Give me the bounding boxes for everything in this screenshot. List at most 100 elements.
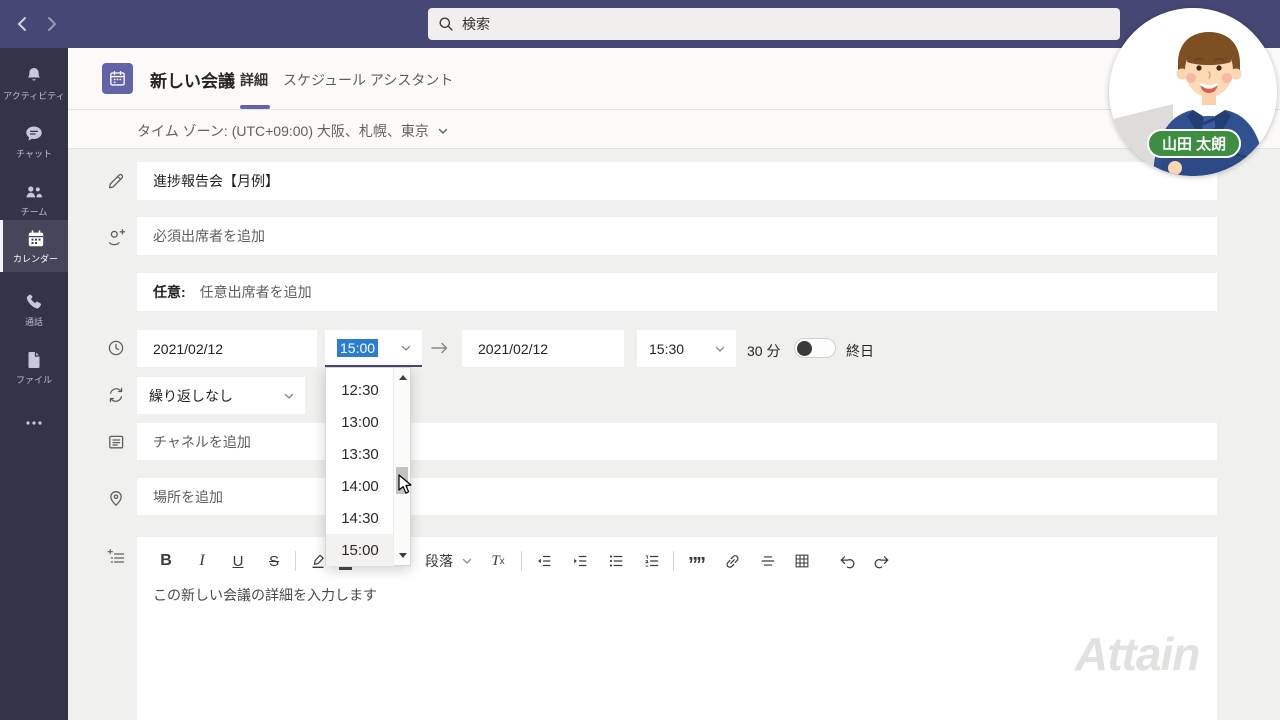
redo-icon <box>873 552 892 571</box>
time-option[interactable]: 13:00 <box>326 406 394 438</box>
sidebar-item-label: 通話 <box>25 315 43 328</box>
clear-format-button[interactable]: Tx <box>485 548 511 574</box>
toolbar-divider <box>673 551 674 571</box>
toggle-knob <box>797 341 812 356</box>
clear-format-t: T <box>491 553 499 570</box>
duration-label: 30 分 <box>747 341 780 361</box>
outdent-button[interactable] <box>531 548 557 574</box>
timezone-label: タイム ゾーン: (UTC+09:00) 大阪、札幌、東京 <box>137 121 429 141</box>
dropdown-scrollbar[interactable] <box>393 368 410 565</box>
description-editor[interactable]: B I U S 段落 Tx <box>137 537 1217 720</box>
chevron-down-icon <box>461 555 473 567</box>
presenter-name-badge: 山田 太朗 <box>1147 129 1241 158</box>
sidebar-item-calendar[interactable]: カレンダー <box>0 220 68 272</box>
paragraph-style-value: 段落 <box>425 551 453 571</box>
sidebar-item-teams[interactable]: チーム <box>0 174 68 224</box>
chevron-down-icon <box>400 342 412 354</box>
indent-icon <box>571 552 589 570</box>
repeat-value: 繰り返しなし <box>149 386 233 406</box>
sidebar-item-label: ファイル <box>16 373 52 386</box>
italic-button[interactable]: I <box>189 548 215 574</box>
time-option-selected[interactable]: 15:00 <box>326 534 394 566</box>
toolbar-divider <box>295 551 296 571</box>
redo-button[interactable] <box>869 548 895 574</box>
sidebar-item-chat[interactable]: チャット <box>0 116 68 166</box>
teams-app-window: アクティビティ チャット チーム <box>0 0 1280 720</box>
strikethrough-button[interactable]: S <box>261 548 287 574</box>
tab-scheduling-assistant[interactable]: スケジュール アシスタント <box>283 70 453 90</box>
phone-icon <box>23 291 45 313</box>
teams-icon <box>23 181 45 203</box>
horizontal-rule-icon <box>759 552 777 570</box>
horizontal-rule-button[interactable] <box>755 548 781 574</box>
mouse-cursor <box>398 474 415 496</box>
start-time-value: 15:00 <box>337 339 378 357</box>
back-icon[interactable] <box>12 13 34 35</box>
scroll-down-arrow[interactable] <box>394 548 411 563</box>
start-time-combobox[interactable]: 15:00 <box>325 330 422 367</box>
new-meeting-icon <box>102 63 133 94</box>
undo-icon <box>837 552 856 571</box>
clear-format-x: x <box>500 556 505 567</box>
sidebar-item-label: チャット <box>16 147 52 160</box>
undo-button[interactable] <box>833 548 859 574</box>
time-option[interactable]: 13:30 <box>326 438 394 470</box>
end-time-value: 15:30 <box>649 341 684 357</box>
chevron-down-icon <box>283 390 295 402</box>
table-icon <box>793 552 811 570</box>
optional-attendees-input[interactable]: 任意: 任意出席者を追加 <box>137 273 1217 311</box>
agenda-icon <box>106 547 126 567</box>
location-placeholder: 場所を追加 <box>153 487 223 507</box>
numbered-list-icon <box>643 552 661 570</box>
more-icon <box>23 412 45 434</box>
channel-input[interactable]: チャネルを追加 <box>137 423 1217 460</box>
bold-button[interactable]: B <box>153 548 179 574</box>
meeting-title-input[interactable]: 進捗報告会【月例】 <box>137 162 1217 200</box>
link-button[interactable] <box>719 548 745 574</box>
chevron-down-icon <box>714 343 726 355</box>
sidebar-item-activity[interactable]: アクティビティ <box>0 58 68 108</box>
quote-button[interactable]: ”” <box>683 548 709 574</box>
meeting-title-value: 進捗報告会【月例】 <box>153 171 279 191</box>
time-options-list: 12:30 13:00 13:30 14:00 14:30 15:00 <box>326 374 394 566</box>
indent-button[interactable] <box>567 548 593 574</box>
app-rail: アクティビティ チャット チーム <box>0 48 68 720</box>
presenter-name: 山田 太朗 <box>1162 133 1226 154</box>
edit-pencil-icon <box>106 171 126 191</box>
timezone-selector[interactable]: タイム ゾーン: (UTC+09:00) 大阪、札幌、東京 <box>137 121 449 141</box>
optional-attendees-placeholder: 任意出席者を追加 <box>200 282 312 302</box>
bullet-list-button[interactable] <box>603 548 629 574</box>
clock-icon <box>106 338 126 358</box>
time-option[interactable]: 12:30 <box>326 374 394 406</box>
file-icon <box>23 349 45 371</box>
watermark: Attain <box>1075 627 1199 681</box>
sidebar-item-files[interactable]: ファイル <box>0 342 68 392</box>
paragraph-style-dropdown[interactable]: 段落 <box>425 548 473 574</box>
all-day-toggle[interactable] <box>794 338 836 358</box>
time-options-dropdown: 12:30 13:00 13:30 14:00 14:30 15:00 <box>325 367 411 566</box>
location-input[interactable]: 場所を追加 <box>137 478 1217 515</box>
insert-table-button[interactable] <box>789 548 815 574</box>
sidebar-item-calls[interactable]: 通話 <box>0 284 68 334</box>
end-time-combobox[interactable]: 15:30 <box>637 330 736 367</box>
channel-placeholder: チャネルを追加 <box>153 432 251 452</box>
end-date-input[interactable]: 2021/02/12 <box>462 330 624 367</box>
underline-button[interactable]: U <box>225 548 251 574</box>
add-attendee-icon <box>106 227 126 247</box>
bullet-list-icon <box>607 552 625 570</box>
forward-icon[interactable] <box>40 13 62 35</box>
required-attendees-input[interactable]: 必須出席者を追加 <box>137 217 1217 255</box>
chat-icon <box>23 123 45 145</box>
start-date-input[interactable]: 2021/02/12 <box>137 330 317 367</box>
tab-details[interactable]: 詳細 <box>240 70 268 90</box>
search-input[interactable] <box>428 8 1120 40</box>
sidebar-item-label: カレンダー <box>13 252 58 265</box>
repeat-dropdown[interactable]: 繰り返しなし <box>137 377 305 414</box>
time-option[interactable]: 14:00 <box>326 470 394 502</box>
sidebar-item-more[interactable] <box>0 398 68 448</box>
timezone-row: タイム ゾーン: (UTC+09:00) 大阪、札幌、東京 <box>68 110 1280 149</box>
time-option[interactable]: 14:30 <box>326 502 394 534</box>
location-pin-icon <box>106 488 126 508</box>
scroll-up-arrow[interactable] <box>394 370 411 385</box>
numbered-list-button[interactable] <box>639 548 665 574</box>
